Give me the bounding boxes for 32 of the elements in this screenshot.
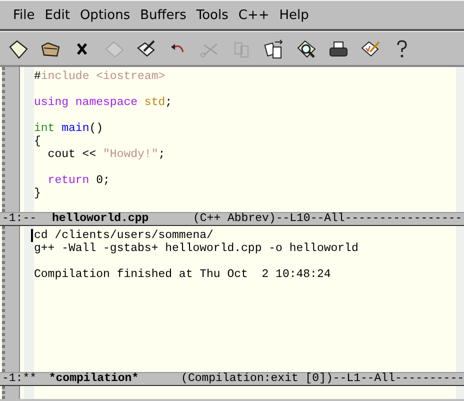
code-line: { (34, 135, 42, 148)
code-line: using namespace std; (34, 96, 174, 109)
left-fringe (24, 386, 34, 399)
pages-arrow-icon (263, 38, 285, 60)
page-icon (7, 38, 29, 60)
mode-line-info: (Compilation:exit [0])--L1--All---------- (181, 373, 464, 385)
scrollbar[interactable] (2, 67, 20, 212)
code-line: cout << "Howdy!"; (46, 148, 166, 161)
menu-item[interactable]: File (8, 8, 40, 22)
code-line: } (34, 187, 42, 200)
scrollbar[interactable] (2, 386, 20, 399)
magnifier-icon (295, 38, 317, 60)
code-line: int main() (34, 122, 104, 135)
pen-and-paper-icon (135, 38, 157, 60)
menu-item[interactable]: C++ (233, 8, 274, 22)
mode-line-status: -1:-- (2, 213, 38, 225)
scrollbar[interactable] (2, 226, 20, 372)
menu-item[interactable]: Options (74, 8, 136, 22)
mode-line-info: (C++ Abbrev)--L10--All----------------- (193, 213, 462, 225)
menu-item[interactable]: Buffers (135, 8, 192, 22)
menu-item[interactable]: Edit (40, 8, 75, 22)
buffer-name: helloworld.cpp (52, 213, 150, 225)
code-line: return 0; (46, 174, 111, 187)
output-line: cd /clients/users/sommena/ (34, 229, 214, 242)
buffer-name: *compilation* (48, 373, 140, 385)
mode-line-status: -1:** (2, 373, 38, 385)
right-fringe (456, 386, 464, 399)
output-line: Compilation finished at Thu Oct 2 10:48:24 (34, 268, 331, 281)
output-line: g++ -Wall -gstabs+ helloworld.cpp -o helloworld (34, 242, 358, 255)
menu-item[interactable]: Tools (191, 8, 234, 22)
menu-item[interactable]: Help (274, 8, 314, 22)
code-line: #include <iostream> (34, 70, 166, 83)
